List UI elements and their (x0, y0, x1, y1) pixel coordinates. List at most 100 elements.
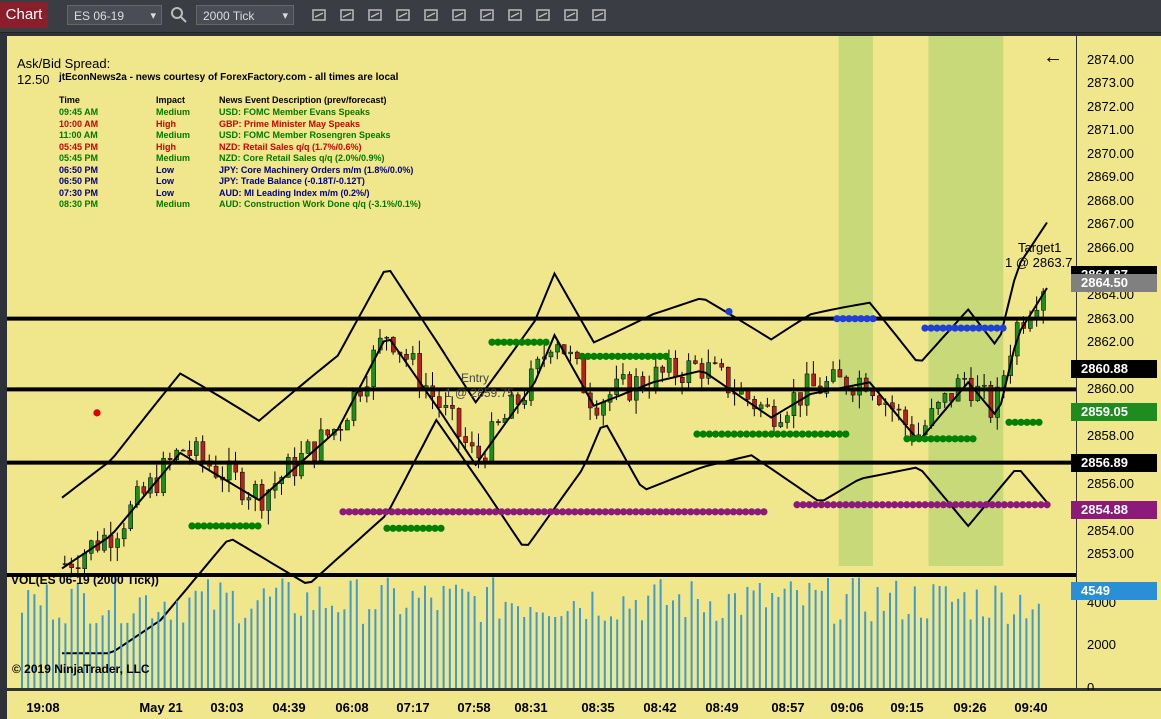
volume-bar (876, 587, 879, 688)
volume-bar (560, 616, 563, 688)
volume-bar (89, 623, 92, 688)
volume-bar (52, 619, 54, 688)
volume-bar (517, 606, 519, 688)
volume-bar (492, 577, 495, 688)
candle-body (246, 497, 252, 501)
volume-bar (771, 593, 774, 688)
time-tick: 08:42 (643, 700, 677, 715)
volume-bar (380, 585, 383, 688)
volume-bar (337, 612, 340, 688)
time-axis[interactable]: 19:08 May 21 03:03 04:39 06:08 07:17 07:58 08:3… (7, 690, 1161, 719)
volume-bar (306, 592, 309, 688)
data-box-icon[interactable] (478, 6, 496, 24)
candle-body (942, 393, 948, 403)
volume-bar (938, 586, 941, 688)
news-impact: High (156, 141, 176, 152)
news-desc: USD: FOMC Member Rosengren Speaks (219, 130, 391, 140)
volume-bar (120, 623, 123, 688)
candle-body (982, 385, 987, 387)
zoom-in-icon[interactable] (366, 6, 384, 24)
news-impact: Medium (156, 153, 191, 163)
price-tick: 2858.00 (1087, 428, 1134, 444)
volume-bar (814, 589, 817, 688)
time-tick: 09:40 (1014, 700, 1048, 715)
draw-tool-icon[interactable] (338, 6, 356, 24)
strategy-icon[interactable] (506, 6, 524, 24)
price-tick: 2874.00 (1087, 51, 1134, 67)
interval-selector[interactable]: 2000 Tick ▾ (196, 5, 294, 25)
volume-bar (287, 582, 290, 688)
back-arrow-icon[interactable]: ← (1043, 46, 1063, 69)
entry-label: Entry (461, 371, 490, 385)
candle-body (345, 420, 350, 431)
volume-bar (957, 598, 960, 688)
green-dot (1035, 418, 1043, 426)
indicators-icon[interactable] (534, 6, 552, 24)
candle-body (686, 360, 692, 383)
news-desc: NZD: Core Retail Sales q/q (2.0%/0.9%) (219, 153, 385, 163)
volume-bar (858, 577, 860, 688)
volume-bar (300, 615, 302, 688)
price-chart[interactable]: Ask/Bid Spread: 12.50 jtEconNews2a - new… (7, 36, 1076, 688)
news-impact: Medium (156, 107, 191, 117)
search-icon[interactable] (170, 6, 188, 24)
chart-properties-icon[interactable] (450, 6, 468, 24)
more-icon[interactable] (590, 6, 608, 24)
price-label: 2854.88 (1071, 500, 1157, 519)
candle-body (555, 344, 560, 353)
news-desc: JPY: Core Machinery Orders m/m (1.8%/0.0… (219, 164, 414, 175)
zoom-out-icon[interactable] (394, 6, 412, 24)
volume-bar (808, 582, 811, 688)
blue-dot (999, 324, 1007, 332)
purple-dot (1043, 501, 1051, 509)
volume-bar (151, 618, 154, 688)
price-axis[interactable]: 2874.00 2873.00 2872.00 2871.00 2870.00 2869.… (1071, 36, 1161, 695)
volume-bar (882, 610, 885, 688)
candle-body (469, 442, 475, 447)
chart-tab[interactable]: Chart (0, 2, 48, 28)
volume-bar (1013, 614, 1015, 688)
volume-bar (591, 591, 594, 688)
green-dot (829, 430, 838, 438)
candle-body (443, 405, 449, 408)
spread-label: Ask/Bid Spread: (17, 56, 111, 71)
green-dot (730, 430, 738, 438)
volume-bar (951, 601, 953, 688)
time-tick: 19:08 (26, 700, 60, 715)
volume-bar (585, 619, 588, 688)
candle-body (167, 458, 173, 460)
volume-bar (678, 594, 681, 688)
panel-separator (7, 573, 1076, 577)
volume-bar (486, 586, 488, 688)
instrument-value: ES 06-19 (74, 9, 125, 23)
instrument-selector[interactable]: ES 06-19 ▾ (67, 5, 162, 25)
volume-bar (293, 613, 296, 688)
volume-bar (603, 620, 606, 688)
volume-bar (479, 621, 482, 688)
volume-bar (262, 588, 265, 688)
volume-tick: 2000 (1087, 637, 1116, 653)
volume-bar (442, 585, 445, 688)
price-label: 2860.88 (1071, 359, 1157, 378)
volume-bar (672, 600, 674, 688)
price-label: 2856.89 (1071, 453, 1157, 472)
news-time: 11:00 AM (59, 130, 98, 140)
price-tick: 2872.00 (1087, 98, 1134, 114)
volume-bar (1006, 623, 1009, 688)
volume-bar (231, 590, 234, 688)
candle-body (758, 404, 764, 410)
price-tick: 2870.00 (1087, 145, 1134, 161)
volume-bar (126, 622, 129, 688)
volume-bar (411, 590, 414, 688)
green-dot (842, 430, 850, 438)
bar-type-icon[interactable] (310, 6, 328, 24)
price-tick: 2866.00 (1087, 240, 1134, 255)
volume-bar (765, 607, 767, 688)
chevron-down-icon: ▾ (150, 10, 156, 22)
chart-trader-icon[interactable] (562, 6, 580, 24)
time-tick: May 21 (139, 700, 183, 715)
pointer-icon[interactable] (422, 6, 440, 24)
candle-body (673, 357, 679, 378)
candle-body (187, 450, 193, 456)
candle-body (653, 366, 659, 391)
